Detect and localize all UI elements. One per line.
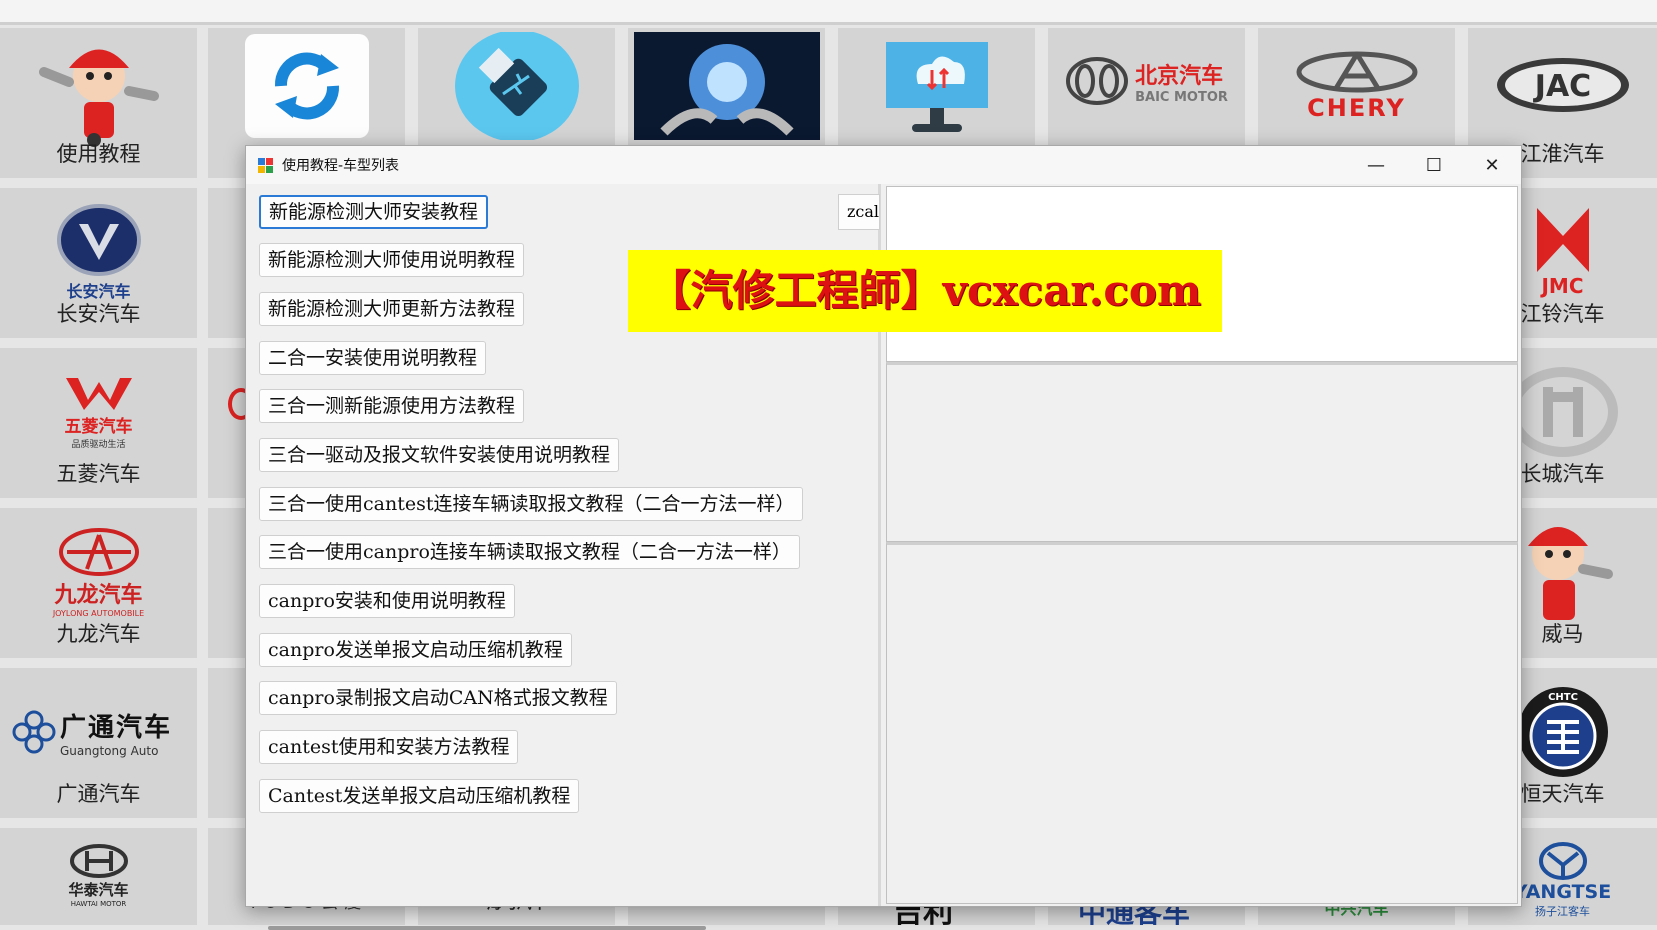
tutorial-button-install-master[interactable]: 新能源检测大师安装教程 (259, 195, 489, 229)
tutorial-button-canpro-send[interactable]: canpro发送单报文启动压缩机教程 (259, 633, 572, 667)
usb-icon (418, 32, 615, 140)
mascot-icon (0, 36, 197, 148)
tutorial-button-3in1-canpro[interactable]: 三合一使用canpro连接车辆读取报文教程（二合一方法一样） (259, 535, 800, 569)
tile-label: 使用教程 (56, 142, 141, 166)
search-input[interactable]: zcal (838, 194, 880, 230)
jiulong-logo-icon: 九龙汽车 JOYLONG AUTOMOBILE (0, 516, 197, 628)
app-icon (258, 158, 273, 173)
dialog-title: 使用教程-车型列表 (282, 158, 400, 174)
tutorial-button-3in1-test[interactable]: 三合一测新能源使用方法教程 (259, 389, 525, 423)
tile-hidden-3[interactable] (208, 508, 248, 658)
chery-brand-text: CHERY (1307, 94, 1406, 122)
tile-label: 五菱汽车 (56, 462, 141, 486)
tutorial-button-cantest-install[interactable]: cantest使用和安装方法教程 (259, 730, 519, 764)
guangtong-logo-icon: 广通汽车 Guangtong Auto (0, 676, 197, 788)
tile-hidden-2[interactable] (208, 348, 248, 498)
wuling-brand-text: 五菱汽车 (64, 417, 133, 437)
tile-hidden-1[interactable] (208, 188, 248, 338)
baic-cn-text: 北京汽车 (1135, 63, 1224, 89)
tutorial-button-update-master[interactable]: 新能源检测大师更新方法教程 (259, 292, 525, 326)
guangtong-brand-text: 广通汽车 (60, 712, 173, 743)
tutorial-button-canpro-install[interactable]: canpro安装和使用说明教程 (259, 584, 515, 618)
yangtse-cn-text: 扬子江客车 (1535, 905, 1590, 918)
tutorial-button-canpro-record[interactable]: canpro录制报文启动CAN格式报文教程 (259, 681, 617, 715)
jac-logo-icon: JAC (1468, 40, 1657, 130)
minimize-button[interactable]: — (1347, 146, 1405, 184)
baic-en-text: BAIC MOTOR (1135, 89, 1228, 105)
tutorial-button-usage-master[interactable]: 新能源检测大师使用说明教程 (259, 243, 525, 277)
tile-label: 广通汽车 (56, 782, 141, 806)
tutorial-button-3in1-cantest[interactable]: 三合一使用cantest连接车辆读取报文教程（二合一方法一样） (259, 487, 804, 521)
preview-panel-middle (886, 362, 1518, 542)
wuling-slogan: 品质驱动生活 (71, 440, 126, 450)
hawtai-brand-text: 华泰汽车 (68, 880, 129, 899)
watermark-banner: 【汽修工程師】vcxcar.com (628, 250, 1222, 332)
tile-hidden-4[interactable] (208, 668, 248, 818)
tile-label: 长安汽车 (56, 302, 141, 326)
tile-hawtai[interactable]: 华泰汽车 HAWTAI MOTOR (0, 828, 197, 925)
baic-logo-icon: 北京汽车 BAIC MOTOR (1048, 46, 1245, 116)
tutorial-button-2in1-install[interactable]: 二合一安装使用说明教程 (259, 341, 487, 375)
refresh-icon (208, 32, 405, 140)
hengtian-ring-text: CHTC (1548, 692, 1578, 703)
guangtong-sub-text: Guangtong Auto (60, 743, 159, 758)
jiulong-sub-text: JOYLONG AUTOMOBILE (52, 608, 145, 618)
hawtai-sub-text: HAWTAI MOTOR (70, 899, 127, 908)
tile-wuling[interactable]: 五菱汽车 品质驱动生活 五菱汽车 (0, 348, 197, 498)
chery-logo-icon: CHERY (1258, 46, 1455, 126)
tile-label: 九龙汽车 (56, 622, 141, 646)
changan-logo-icon: 长安汽车 (0, 196, 197, 308)
tile-guangtong[interactable]: 广通汽车 Guangtong Auto 广通汽车 (0, 668, 197, 818)
jiulong-brand-text: 九龙汽车 (54, 582, 143, 608)
tutorial-button-cantest-send[interactable]: Cantest发送单报文启动压缩机教程 (259, 779, 580, 813)
jac-logo-text: JAC (1532, 69, 1590, 104)
tile-changan[interactable]: 长安汽车 长安汽车 (0, 188, 197, 338)
wuling-logo-icon: 五菱汽车 品质驱动生活 (0, 356, 197, 468)
tutorial-button-3in1-driver[interactable]: 三合一驱动及报文软件安装使用说明教程 (259, 438, 620, 472)
horizontal-scrollbar[interactable] (268, 926, 706, 930)
jmc-logo-text: JMC (1541, 274, 1584, 298)
yangtse-logo-text: YANGTSE (1513, 881, 1612, 903)
tile-jiulong[interactable]: 九龙汽车 JOYLONG AUTOMOBILE 九龙汽车 (0, 508, 197, 658)
maximize-button[interactable]: ☐ (1405, 146, 1463, 184)
close-button[interactable]: ✕ (1463, 146, 1521, 184)
crystal-globe-icon (628, 32, 825, 140)
hawtai-logo-icon: 华泰汽车 HAWTAI MOTOR (0, 830, 197, 920)
preview-panel-bottom (886, 542, 1518, 904)
dialog-titlebar[interactable]: 使用教程-车型列表 — ☐ ✕ (246, 146, 1521, 184)
top-strip (0, 0, 1657, 25)
tile-tutorial[interactable]: 使用教程 (0, 28, 197, 178)
cloud-monitor-icon (838, 32, 1035, 140)
